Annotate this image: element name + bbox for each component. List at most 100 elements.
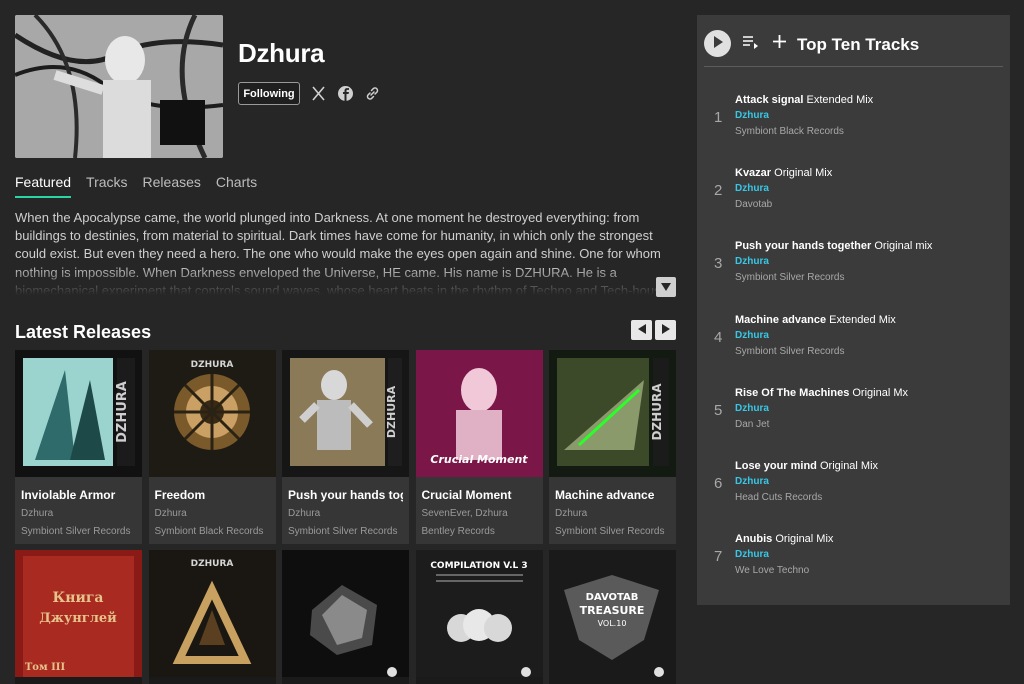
release-cover: DZHURA [549,350,676,477]
release-grid: DZHURA Inviolable Armor Dzhura Symbiont … [15,350,677,684]
release-title: Machine advance [555,488,655,502]
track-mix: Original Mix [774,167,833,179]
track-row[interactable]: 5 Rise Of The Machines Original Mx Dzhur… [697,387,1010,437]
header-divider [704,66,1003,67]
release-artist: SevenEver, Dzhura [421,508,508,519]
track-artist-link[interactable]: Dzhura [735,403,769,414]
artist-tabs: Featured Tracks Releases Charts [15,174,257,198]
track-artist-link[interactable]: Dzhura [735,256,769,267]
link-icon[interactable] [364,85,381,102]
chevron-down-icon [661,278,671,296]
release-title: Push your hands tog [288,488,403,502]
facebook-icon[interactable] [337,85,354,102]
track-row[interactable]: 1 Attack signal Extended Mix Dzhura Symb… [697,94,1010,144]
release-cover [282,550,409,677]
top-tracks-header: Top Ten Tracks [697,15,1010,68]
track-row[interactable]: 7 Anubis Original Mix Dzhura We Love Tec… [697,533,1010,583]
track-row[interactable]: 2 Kvazar Original Mix Dzhura Davotab [697,167,1010,217]
release-label: Symbiont Silver Records [288,526,398,537]
track-title: Rise Of The Machines Original Mx [735,387,908,399]
play-icon [713,35,723,53]
release-cover: DAVOTAB TREASURE VOL.10 [549,550,676,677]
queue-icon[interactable] [743,36,759,54]
bio-expand-button[interactable] [656,277,676,297]
release-card[interactable]: DZHURA Freedom Dzhura Symbiont Black Rec… [148,350,276,544]
track-number: 5 [714,402,723,419]
tab-tracks[interactable]: Tracks [86,174,127,198]
track-label[interactable]: We Love Techno [735,565,809,576]
release-card[interactable]: DAVOTAB TREASURE VOL.10 [549,550,676,684]
track-title: Attack signal Extended Mix [735,94,873,106]
top-tracks-title: Top Ten Tracks [797,35,920,54]
release-cover: DZHURA [148,350,276,477]
artist-name: Dzhura [238,38,325,68]
release-card[interactable]: COMPILATION V.L 3 [415,550,543,684]
track-name: Rise Of The Machines [735,387,850,399]
track-label[interactable]: Symbiont Silver Records [735,346,844,357]
cover-text: TREASURE [580,604,645,617]
play-all-button[interactable] [704,30,731,57]
track-row[interactable]: 3 Push your hands together Original mix … [697,240,1010,290]
track-number: 6 [714,475,723,492]
plus-icon[interactable] [772,34,787,54]
track-label[interactable]: Symbiont Silver Records [735,272,844,283]
release-card[interactable]: DZHURA Machine advance Dzhura Symbiont S… [549,350,676,544]
track-artist-link[interactable]: Dzhura [735,110,769,121]
cover-text: DZHURA [190,360,233,370]
tab-charts[interactable]: Charts [216,174,257,198]
release-cover: COMPILATION V.L 3 [415,550,543,677]
track-label[interactable]: Head Cuts Records [735,492,822,503]
arrow-right-icon [661,321,670,339]
track-number: 4 [714,329,723,346]
track-row[interactable]: 4 Machine advance Extended Mix Dzhura Sy… [697,314,1010,364]
cover-text: COMPILATION V.L 3 [430,561,527,571]
top-tracks-panel: Top Ten Tracks 1 Attack signal Extended … [697,15,1010,605]
release-card[interactable]: Книга Джунглей Том III [15,550,142,684]
track-name: Machine advance [735,314,827,326]
track-number: 7 [714,548,723,565]
track-mix: Original Mx [852,387,908,399]
artist-bio: When the Apocalypse came, the world plun… [15,209,675,295]
release-artist: Dzhura [154,508,187,519]
arrow-left-icon [637,321,646,339]
track-mix: Original mix [874,240,933,252]
track-row[interactable]: 6 Lose your mind Original Mix Dzhura Hea… [697,460,1010,510]
track-title: Push your hands together Original mix [735,240,932,252]
release-card[interactable]: DZHURA [148,550,276,684]
cover-text: DZHURA [650,383,664,441]
track-label[interactable]: Dan Jet [735,419,769,430]
track-title: Machine advance Extended Mix [735,314,896,326]
cover-text: DZHURA [385,385,398,438]
track-number: 1 [714,109,723,126]
releases-next-button[interactable] [655,320,676,340]
follow-button[interactable]: Following [238,82,300,105]
tab-releases[interactable]: Releases [143,174,201,198]
track-label[interactable]: Davotab [735,199,772,210]
cover-text: Crucial Moment [430,453,528,466]
track-number: 3 [714,255,723,272]
track-artist-link[interactable]: Dzhura [735,183,769,194]
tab-featured[interactable]: Featured [15,174,72,198]
release-card[interactable]: DZHURA Push your hands tog Dzhura Symbio… [282,350,409,544]
cover-text: Книга [52,590,103,606]
track-artist-link[interactable]: Dzhura [735,549,769,560]
releases-prev-button[interactable] [631,320,652,340]
track-artist-link[interactable]: Dzhura [735,330,769,341]
track-title: Anubis Original Mix [735,533,833,545]
track-name: Anubis [735,533,773,545]
release-label: Bentley Records [421,526,495,537]
release-card[interactable] [282,550,409,684]
track-name: Push your hands together [735,240,872,252]
release-card[interactable]: Crucial Moment Crucial Moment SevenEver,… [415,350,543,544]
cover-text: DZHURA [115,381,130,443]
track-label[interactable]: Symbiont Black Records [735,126,844,137]
track-title: Kvazar Original Mix [735,167,832,179]
release-label: Symbiont Black Records [154,526,264,537]
track-mix: Original Mix [819,460,879,472]
x-icon[interactable] [310,85,327,102]
release-card[interactable]: DZHURA Inviolable Armor Dzhura Symbiont … [15,350,142,544]
release-cover: DZHURA [282,350,409,477]
cover-text: DAVOTAB [586,592,639,603]
release-title: Freedom [154,488,206,502]
track-artist-link[interactable]: Dzhura [735,476,769,487]
